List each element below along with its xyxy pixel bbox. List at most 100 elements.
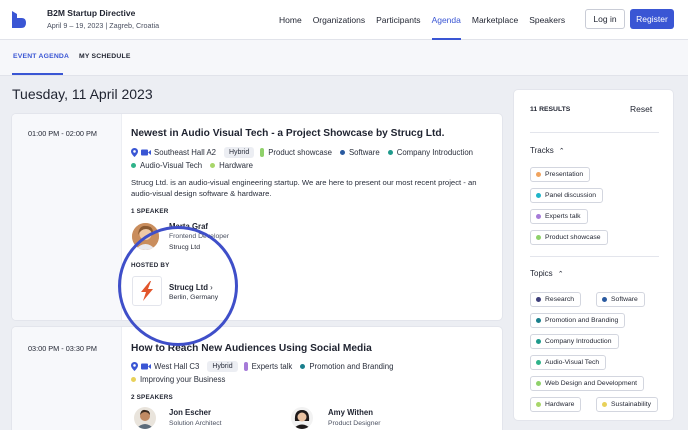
reset-button[interactable]: Reset (630, 104, 652, 114)
video-camera-icon (141, 363, 151, 370)
topic-dot (300, 364, 306, 369)
topic-dot (387, 150, 393, 155)
filter-label: Promotion and Branding (545, 317, 619, 324)
track-dot (536, 172, 541, 177)
topics-title: Topics (530, 269, 553, 278)
date-heading: Tuesday, 11 April 2023 (12, 86, 153, 102)
tag-label: Software (348, 148, 380, 157)
filter-presentation[interactable]: Presentation (530, 167, 591, 182)
track-marker (243, 362, 248, 371)
location-pin-icon (131, 362, 138, 371)
nav-participants[interactable]: Participants (376, 0, 420, 40)
topic-dot (536, 381, 541, 386)
agenda-subnav: EVENT AGENDA MY SCHEDULE (0, 40, 688, 76)
filter-product-showcase[interactable]: Product showcase (530, 230, 608, 245)
filter-label: Sustainability (611, 401, 652, 408)
track-dot (536, 214, 541, 219)
session-location: Southeast Hall A2 (131, 148, 216, 157)
tag-label: Improving your Business (140, 375, 226, 384)
tab-event-agenda[interactable]: EVENT AGENDA (13, 53, 69, 60)
speaker-avatar[interactable] (134, 407, 156, 429)
track-marker (260, 148, 265, 157)
filter-label: Hardware (545, 401, 575, 408)
divider (530, 256, 659, 257)
tag-product-showcase[interactable]: Product showcase (260, 148, 332, 157)
filter-hardware[interactable]: Hardware (530, 397, 582, 412)
speaker-role: Solution Architect (169, 420, 222, 427)
results-count: 11 RESULTS (530, 106, 571, 113)
login-button[interactable]: Log in (585, 9, 625, 29)
nav-home[interactable]: Home (279, 0, 302, 40)
filter-panel-discussion[interactable]: Panel discussion (530, 188, 604, 203)
brand-title: B2M Startup Directive (47, 8, 136, 18)
session-time: 01:00 PM - 02:00 PM (28, 129, 97, 138)
tag-hardware[interactable]: Hardware (210, 161, 253, 170)
speaker-avatar[interactable] (291, 407, 313, 429)
tracks-section-toggle[interactable]: Tracks ⌃ (530, 146, 565, 155)
tag-software[interactable]: Software (339, 148, 380, 157)
top-navigation-bar: B2M Startup Directive April 9 – 19, 2023… (0, 0, 688, 40)
session-card[interactable]: 03:00 PM - 03:30 PM How to Reach New Aud… (12, 327, 502, 430)
nav-agenda[interactable]: Agenda (431, 0, 461, 40)
avatar-photo (291, 407, 313, 429)
topic-dot (131, 377, 136, 382)
location-label: West Hall C3 (154, 362, 200, 371)
format-badge: Hybrid (223, 147, 255, 158)
tag-label: Company Introduction (396, 148, 473, 157)
location-label: Southeast Hall A2 (154, 148, 216, 157)
brand-subtitle: April 9 – 19, 2023 | Zagreb, Croatia (47, 21, 160, 30)
speakers-count-label: 2 SPEAKERS (131, 394, 173, 401)
topic-dot (210, 163, 216, 168)
active-tab-indicator (12, 73, 63, 75)
tag-promotion-and-branding[interactable]: Promotion and Branding (300, 362, 393, 371)
speaker-role: Product Designer (328, 420, 381, 427)
filter-label: Audio-Visual Tech (545, 359, 600, 366)
session-title[interactable]: Newest in Audio Visual Tech - a Project … (131, 128, 444, 139)
filter-promotion-and-branding[interactable]: Promotion and Branding (530, 313, 626, 328)
session-description: Strucg Ltd. is an audio-visual engineeri… (131, 178, 477, 198)
tag-company-introduction[interactable]: Company Introduction (387, 148, 473, 157)
filter-experts-talk[interactable]: Experts talk (530, 209, 588, 224)
filter-label: Experts talk (545, 213, 581, 220)
brand-logo-icon[interactable] (12, 11, 26, 28)
tag-audio-visual-tech[interactable]: Audio-Visual Tech (131, 161, 202, 170)
filter-sidebar: 11 RESULTS Reset Tracks ⌃ Presentation P… (514, 90, 673, 420)
main-nav: Home Organizations Participants Agenda M… (279, 0, 576, 40)
filter-label: Software (611, 296, 638, 303)
tag-experts-talk[interactable]: Experts talk (243, 362, 293, 371)
tab-my-schedule[interactable]: MY SCHEDULE (79, 53, 131, 60)
filter-web-design-and-development[interactable]: Web Design and Development (530, 376, 645, 391)
session-meta-row: Improving your Business (131, 375, 233, 384)
session-time-column: 01:00 PM - 02:00 PM (12, 114, 122, 320)
tracks-title: Tracks (530, 146, 554, 155)
topic-dot (602, 402, 607, 407)
chevron-up-icon: ⌃ (557, 270, 564, 278)
register-button[interactable]: Register (630, 9, 674, 29)
speakers-count-label: 1 SPEAKER (131, 208, 169, 215)
filter-label: Company Introduction (545, 338, 612, 345)
tag-label: Experts talk (251, 362, 293, 371)
nav-speakers[interactable]: Speakers (529, 0, 565, 40)
filter-research[interactable]: Research (530, 292, 582, 307)
track-dot (536, 193, 541, 198)
filter-software[interactable]: Software (596, 292, 645, 307)
nav-marketplace[interactable]: Marketplace (472, 0, 518, 40)
session-card[interactable]: 01:00 PM - 02:00 PM Newest in Audio Visu… (12, 114, 502, 320)
tag-label: Audio-Visual Tech (140, 161, 203, 170)
topics-section-toggle[interactable]: Topics ⌃ (530, 269, 564, 278)
nav-organizations[interactable]: Organizations (313, 0, 365, 40)
topic-dot (602, 297, 607, 302)
filter-audio-visual-tech[interactable]: Audio-Visual Tech (530, 355, 607, 370)
filter-company-introduction[interactable]: Company Introduction (530, 334, 619, 349)
tag-label: Product showcase (268, 148, 332, 157)
filter-sustainability[interactable]: Sustainability (596, 397, 659, 412)
speaker-name[interactable]: Jon Escher (169, 408, 211, 417)
session-location: West Hall C3 (131, 362, 199, 371)
session-time: 03:00 PM - 03:30 PM (28, 344, 97, 353)
tag-label: Hardware (219, 161, 253, 170)
topic-dot (536, 339, 541, 344)
video-camera-icon (141, 149, 151, 156)
filter-label: Presentation (545, 171, 584, 178)
speaker-name[interactable]: Amy Withen (328, 408, 373, 417)
tag-improving-your-business[interactable]: Improving your Business (131, 375, 225, 384)
